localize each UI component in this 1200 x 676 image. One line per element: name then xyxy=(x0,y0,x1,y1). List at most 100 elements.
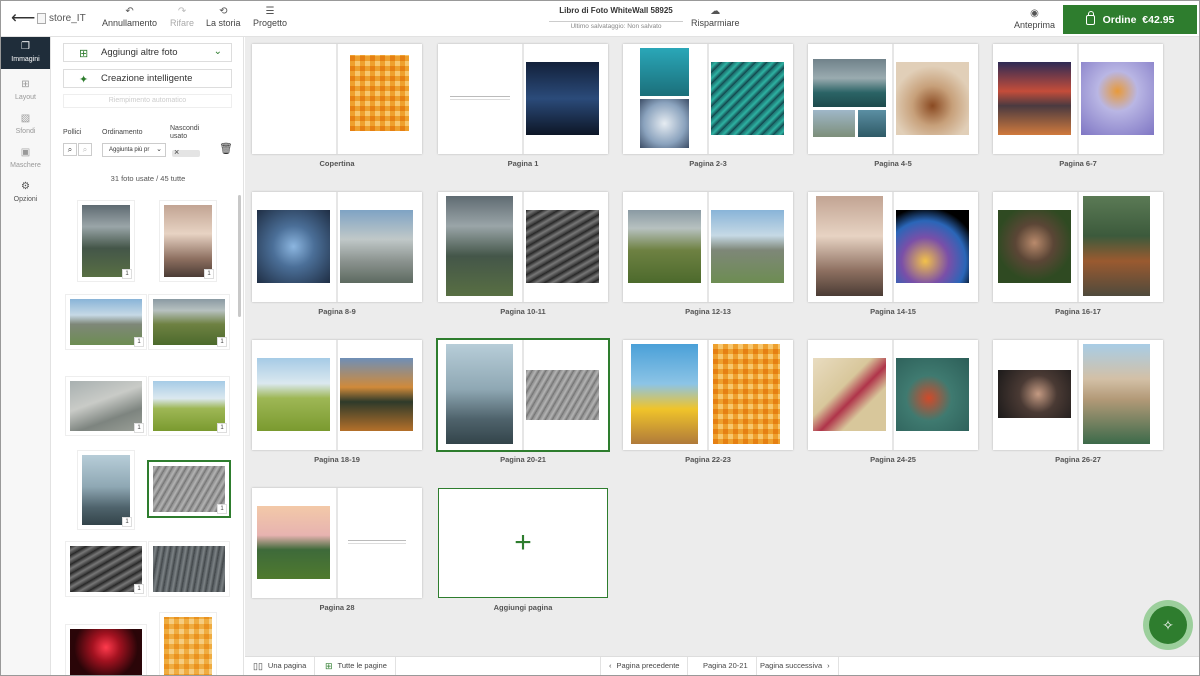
all-pages-view-button[interactable]: ⊞ Tutte le pagine xyxy=(317,657,396,675)
backgrounds-icon: ▧ xyxy=(20,113,31,124)
page-label: Pagina 2-3 xyxy=(689,159,727,168)
single-page-label: Una pagina xyxy=(267,661,307,670)
panel-scrollbar[interactable] xyxy=(238,195,241,317)
document-title[interactable]: Libro di Foto WhiteWall 58925 xyxy=(549,6,683,15)
page-spread-14-15[interactable] xyxy=(808,192,978,302)
rail-item-masks[interactable]: ▣ Maschere xyxy=(1,143,50,177)
rail-item-backgrounds[interactable]: ▧ Sfondi xyxy=(1,109,50,143)
page-spread-8-9[interactable] xyxy=(252,192,422,302)
photo-thumbnail[interactable] xyxy=(149,542,229,596)
previous-page-button[interactable]: ‹ Pagina precedente xyxy=(600,657,689,675)
images-panel: ⊞ Aggiungi altre foto ⌄ ✦ Creazione inte… xyxy=(52,37,244,675)
hide-used-label: Nascondi usato xyxy=(170,125,199,141)
meadow-hut-photo xyxy=(153,381,225,431)
back-arrow-icon[interactable]: ⟵ xyxy=(11,8,35,28)
photo-thumbnail[interactable] xyxy=(160,613,216,675)
preview-button[interactable]: ◉ Anteprima xyxy=(1014,8,1055,31)
usage-badge: 1 xyxy=(134,337,144,347)
order-button[interactable]: Ordine €42.95 xyxy=(1063,5,1197,34)
dog-forest-photo xyxy=(1083,196,1150,296)
rail-item-images[interactable]: ❐ Immagini xyxy=(1,37,50,69)
wood-texture-photo xyxy=(526,370,599,420)
sort-select[interactable]: Aggiunta più pr ⌄ xyxy=(102,143,166,157)
page-spread-12-13[interactable] xyxy=(623,192,793,302)
gear-icon: ⚙ xyxy=(21,181,30,192)
page-spread-20-21[interactable] xyxy=(436,338,610,452)
photo-thumbnail-selected[interactable]: 1 xyxy=(149,462,229,516)
rail-label: Maschere xyxy=(10,162,41,169)
store-logo[interactable]: store_IT xyxy=(37,13,86,24)
project-label: Progetto xyxy=(253,18,288,28)
magic-assistant-button[interactable]: ✧ xyxy=(1143,600,1193,650)
usage-badge: 1 xyxy=(217,504,227,514)
rail-item-options[interactable]: ⚙ Opzioni xyxy=(1,177,50,211)
add-page-button[interactable]: + xyxy=(438,488,608,598)
page-spread-18-19[interactable] xyxy=(252,340,422,450)
page-spread-2-3[interactable] xyxy=(623,44,793,154)
page-label: Pagina 20-21 xyxy=(500,455,546,464)
skyscrapers-photo xyxy=(257,210,330,283)
photo-thumbnail[interactable]: 1 xyxy=(66,295,146,349)
page-spread-22-23[interactable] xyxy=(623,340,793,450)
page-label: Pagina 24-25 xyxy=(870,455,916,464)
photo-thumbnail[interactable]: 1 xyxy=(66,542,146,596)
redo-button[interactable]: ↷ Rifare xyxy=(170,6,194,29)
auto-fill-button[interactable]: Riempimento automatico xyxy=(63,94,232,108)
sunset-mountain-photo xyxy=(998,62,1071,135)
redo-label: Rifare xyxy=(170,18,195,28)
project-button[interactable]: ☰ Progetto xyxy=(253,6,287,29)
page-spread-26-27[interactable] xyxy=(993,340,1163,450)
photo-thumbnail[interactable]: 1 xyxy=(149,295,229,349)
photo-thumbnail[interactable]: 1 xyxy=(160,201,216,281)
rail-item-layout[interactable]: ⊞ Layout xyxy=(1,75,50,109)
add-photos-button[interactable]: ⊞ Aggiungi altre foto ⌄ xyxy=(63,43,232,62)
zoom-in-icon[interactable]: ⌕ xyxy=(63,143,77,156)
foggy-mountain-photo xyxy=(816,196,883,296)
page-spread-6-7[interactable] xyxy=(993,44,1163,154)
bw-hills-photo xyxy=(70,546,142,592)
photo-thumbnail[interactable] xyxy=(66,625,146,675)
page-label: Pagina 16-17 xyxy=(1055,307,1101,316)
save-button[interactable]: ☁ Risparmiare xyxy=(691,6,740,29)
smart-creation-label: Creazione intelligente xyxy=(101,73,193,84)
history-button[interactable]: ⟲ La storia xyxy=(206,6,241,29)
usage-badge: 1 xyxy=(134,423,144,433)
photo-thumbnail[interactable]: 1 xyxy=(66,377,146,435)
flower-photo xyxy=(640,99,689,148)
photo-thumbnail[interactable]: 1 xyxy=(78,451,134,529)
chevron-left-icon: ‹ xyxy=(609,661,612,670)
mountain-photo xyxy=(82,205,130,277)
undo-button[interactable]: ↶ Annullamento xyxy=(102,6,157,29)
page-spread-4-5[interactable] xyxy=(808,44,978,154)
left-rail: ❐ Immagini ⊞ Layout ▧ Sfondi ▣ Maschere … xyxy=(1,37,51,675)
page-label: Pagina 22-23 xyxy=(685,455,731,464)
page-spread-24-25[interactable] xyxy=(808,340,978,450)
yellow-flowers-photo xyxy=(631,344,698,444)
lake-photo xyxy=(813,59,886,107)
page-spread-1[interactable] xyxy=(438,44,608,154)
page-label: Pagina 1 xyxy=(507,159,539,168)
dog-running-photo xyxy=(896,62,969,135)
zoom-out-icon[interactable]: ⌕ xyxy=(78,143,92,156)
mountain-photo xyxy=(446,196,513,296)
photo-count: 31 foto usate / 45 tutte xyxy=(110,174,186,183)
chevron-down-icon: ⌄ xyxy=(156,146,162,153)
page-spread-28[interactable] xyxy=(252,488,422,598)
page-label: Pagina 10-11 xyxy=(500,307,546,316)
trash-icon[interactable]: 🗑 xyxy=(219,142,233,155)
page-spread-10-11[interactable] xyxy=(438,192,608,302)
photo-thumbnail[interactable]: 1 xyxy=(149,377,229,435)
page-spread-16-17[interactable] xyxy=(993,192,1163,302)
photo-thumbnail[interactable]: 1 xyxy=(78,201,134,281)
page-spread-cover[interactable] xyxy=(252,44,422,154)
rail-label: Sfondi xyxy=(15,128,36,135)
smart-creation-button[interactable]: ✦ Creazione intelligente xyxy=(63,69,232,88)
chevron-down-icon: ⌄ xyxy=(213,46,222,57)
page-label: Pagina 12-13 xyxy=(685,307,731,316)
page-label: Pagina 26-27 xyxy=(1055,455,1101,464)
single-page-view-button[interactable]: ▯▯ Una pagina xyxy=(245,657,316,675)
aerial-photo xyxy=(858,110,886,137)
add-photos-label: Aggiungi altre foto xyxy=(101,47,178,58)
hide-used-toggle[interactable]: × xyxy=(172,147,200,157)
next-page-button[interactable]: Pagina successiva › xyxy=(752,657,839,675)
